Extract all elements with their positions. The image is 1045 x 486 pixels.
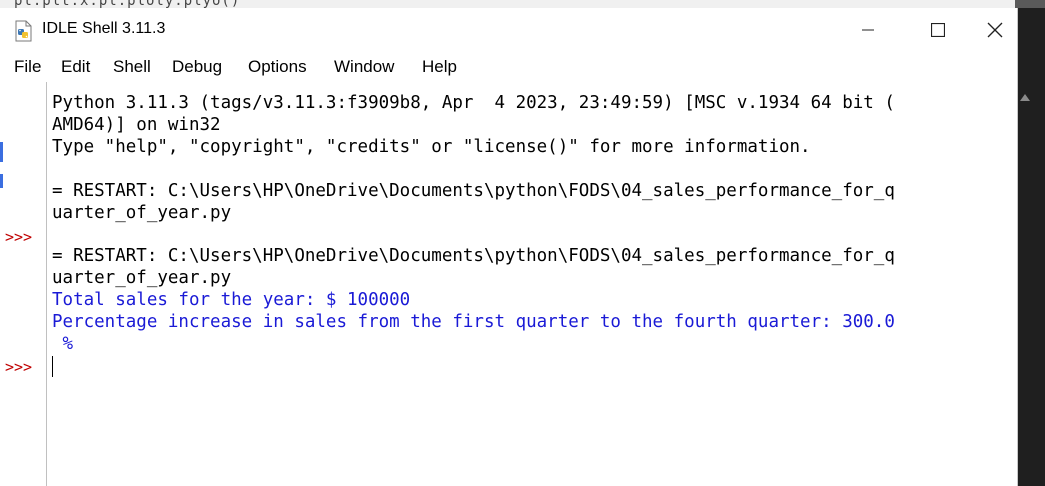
shell-line: AMD64)] on win32	[52, 115, 221, 135]
idle-shell-window: IDLE Shell 3.11.3 File Edit Shell Debug …	[0, 8, 1030, 486]
background-window: pl.plt.x.pl.ploly.plyo()	[0, 0, 1045, 8]
program-output: Total sales for the year: $ 100000	[52, 290, 411, 310]
menu-file[interactable]: File	[14, 56, 41, 78]
restart-line: uarter_of_year.py	[52, 268, 232, 288]
restart-line: uarter_of_year.py	[52, 203, 232, 223]
menu-window[interactable]: Window	[334, 56, 394, 78]
minimize-button[interactable]	[833, 8, 903, 52]
menu-options[interactable]: Options	[248, 56, 307, 78]
maximize-button[interactable]	[903, 8, 973, 52]
menu-shell[interactable]: Shell	[113, 56, 151, 78]
prompt-gutter: >>> >>>	[0, 82, 47, 486]
menu-help[interactable]: Help	[422, 56, 457, 78]
menu-debug[interactable]: Debug	[172, 56, 222, 78]
maximize-icon	[931, 23, 945, 37]
python-file-icon	[15, 20, 32, 42]
program-output: %	[52, 334, 74, 354]
shell-line: Type "help", "copyright", "credits" or "…	[52, 137, 811, 157]
menu-bar: File Edit Shell Debug Options Window Hel…	[0, 56, 1017, 78]
program-output: Percentage increase in sales from the fi…	[52, 312, 895, 332]
window-title: IDLE Shell 3.11.3	[42, 20, 166, 37]
background-desktop	[1015, 0, 1045, 486]
restart-line: = RESTART: C:\Users\HP\OneDrive\Document…	[52, 181, 895, 201]
shell-text-area[interactable]: Python 3.11.3 (tags/v3.11.3:f3909b8, Apr…	[47, 82, 1015, 486]
restart-line: = RESTART: C:\Users\HP\OneDrive\Document…	[52, 246, 895, 266]
background-text: pl.plt.x.pl.ploly.plyo()	[14, 0, 241, 8]
title-bar[interactable]: IDLE Shell 3.11.3	[0, 8, 1017, 52]
menu-edit[interactable]: Edit	[61, 56, 90, 78]
scroll-up-arrow-icon[interactable]	[1020, 94, 1030, 101]
text-cursor	[52, 356, 53, 377]
close-button[interactable]	[973, 8, 1017, 52]
shell-prompt-active: >>>	[5, 358, 33, 376]
close-icon	[987, 22, 1003, 38]
shell-prompt: >>>	[5, 228, 33, 246]
shell-line: Python 3.11.3 (tags/v3.11.3:f3909b8, Apr…	[52, 93, 895, 113]
minimize-icon	[862, 29, 874, 31]
